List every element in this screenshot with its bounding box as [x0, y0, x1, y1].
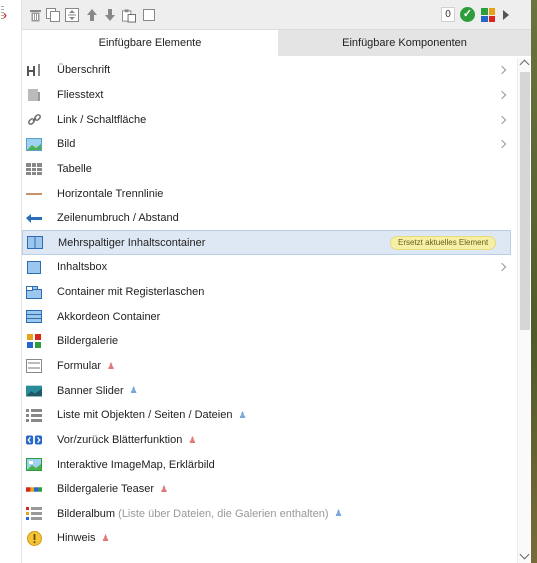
- list-item-tabs-container[interactable]: Container mit Registerlaschen: [22, 280, 511, 305]
- item-label: Tabelle: [57, 162, 92, 175]
- tab-bar: Einfügbare Elemente Einfügbare Komponent…: [22, 30, 531, 56]
- chevron-right-icon: [497, 66, 507, 75]
- table-icon: [26, 161, 42, 177]
- form-icon: [26, 358, 42, 374]
- item-label: Formular ♟: [57, 360, 116, 372]
- list-item-gallery-teaser[interactable]: Bildergalerie Teaser ♟: [22, 477, 511, 502]
- item-label: Bilderalbum (Liste über Dateien, die Gal…: [57, 507, 343, 520]
- list-item-heading[interactable]: Überschrift: [22, 58, 511, 83]
- list-item-banner-slider[interactable]: Banner Slider ♟: [22, 378, 511, 403]
- item-label: Mehrspaltiger Inhaltscontainer: [58, 236, 206, 249]
- item-label: Vor/zurück Blätterfunktion ♟: [57, 433, 197, 446]
- link-icon: [26, 112, 42, 128]
- toolbar: 0 ✓: [22, 0, 531, 30]
- insert-element-panel: 0 ✓ Einfügbare Elemente Einfügbare Kompo…: [22, 0, 531, 563]
- imagemap-icon: [26, 457, 42, 473]
- heading-icon: [26, 62, 42, 78]
- replace-element-badge: Ersetzt aktuelles Element: [390, 236, 497, 251]
- list-item-notice[interactable]: Hinweis ♟: [22, 526, 511, 551]
- color-grid-icon[interactable]: [481, 8, 495, 22]
- counter-badge: 0: [441, 7, 455, 22]
- tab-insertable-elements[interactable]: Einfügbare Elemente: [22, 30, 278, 56]
- scroll-thumb[interactable]: [520, 72, 530, 330]
- line-break-icon: [26, 210, 42, 226]
- arrow-down-icon[interactable]: [103, 8, 117, 22]
- chevron-right-icon: [497, 115, 507, 124]
- item-label: Akkordeon Container: [57, 310, 161, 323]
- columns-icon: [27, 235, 43, 251]
- gallery-icon: [26, 333, 42, 349]
- paste-icon[interactable]: [122, 8, 136, 22]
- item-label: Bild: [57, 138, 76, 151]
- list-item-album[interactable]: Bilderalbum (Liste über Dateien, die Gal…: [22, 502, 511, 527]
- item-label: Hinweis ♟: [57, 532, 110, 545]
- pager-icon: [26, 432, 42, 448]
- item-label: Interaktive ImageMap, Erklärbild: [57, 458, 215, 471]
- collapse-arrow-icon[interactable]: [503, 10, 509, 20]
- item-label: Bildergalerie Teaser ♟: [57, 483, 169, 496]
- element-list: Überschrift Fliesstext Link / Schaltfläc…: [22, 58, 511, 551]
- banner-slider-icon: [26, 383, 42, 399]
- chevron-right-icon: [497, 263, 507, 272]
- list-item-link-button[interactable]: Link / Schaltfläche: [22, 107, 511, 132]
- copy-icon[interactable]: [46, 8, 60, 22]
- list-item-imagemap[interactable]: Interaktive ImageMap, Erklärbild: [22, 452, 511, 477]
- list-item-accordion[interactable]: Akkordeon Container: [22, 304, 511, 329]
- item-label: Überschrift: [57, 64, 111, 77]
- object-list-icon: [26, 407, 42, 423]
- check-icon[interactable]: ✓: [460, 7, 475, 22]
- user-restricted-icon: ♟: [101, 533, 110, 544]
- trash-icon[interactable]: [28, 8, 42, 22]
- list-item-multi-column[interactable]: Mehrspaltiger Inhaltscontainer Ersetzt a…: [22, 230, 511, 256]
- user-info-icon: ♟: [334, 508, 343, 519]
- image-icon: [26, 136, 42, 152]
- accordion-icon: [26, 309, 42, 325]
- item-label: Link / Schaltfläche: [57, 113, 147, 126]
- tabs-container-icon: [26, 284, 42, 300]
- user-info-icon: ♟: [129, 385, 138, 396]
- chevron-right-icon: [497, 139, 507, 149]
- list-item-table[interactable]: Tabelle: [22, 157, 511, 182]
- notice-icon: [26, 530, 42, 546]
- gallery-teaser-icon: [26, 481, 42, 497]
- list-item-pager[interactable]: Vor/zurück Blätterfunktion ♟: [22, 428, 511, 453]
- arrow-up-icon[interactable]: [85, 8, 99, 22]
- list-item-form[interactable]: Formular ♟: [22, 354, 511, 379]
- tab-insertable-components[interactable]: Einfügbare Komponenten: [278, 30, 531, 56]
- user-restricted-icon: ♟: [188, 434, 197, 445]
- vertical-scrollbar[interactable]: [517, 58, 531, 563]
- scroll-up-icon[interactable]: [519, 59, 530, 70]
- list-item-object-list[interactable]: Liste mit Objekten / Seiten / Dateien ♟: [22, 403, 511, 428]
- list-item-paragraph[interactable]: Fliesstext: [22, 83, 511, 108]
- scroll-down-icon[interactable]: [519, 549, 530, 560]
- album-icon: [26, 506, 42, 522]
- item-label: Zeilenumbruch / Abstand: [57, 212, 179, 225]
- list-item-gallery[interactable]: Bildergalerie: [22, 329, 511, 354]
- user-info-icon: ♟: [238, 409, 247, 420]
- item-label: Container mit Registerlaschen: [57, 286, 205, 299]
- move-icon[interactable]: [65, 8, 79, 22]
- left-edge-strip: ›: [0, 0, 22, 563]
- divider-icon: [26, 186, 42, 202]
- box-icon: [26, 259, 42, 275]
- chevron-right-icon: [497, 90, 507, 100]
- item-label: Banner Slider ♟: [57, 384, 138, 397]
- list-item-image[interactable]: Bild: [22, 132, 511, 157]
- text-icon: [26, 87, 42, 103]
- list-item-content-box[interactable]: Inhaltsbox: [22, 255, 511, 280]
- user-restricted-icon: ♟: [107, 360, 116, 371]
- list-item-divider[interactable]: Horizontale Trennlinie: [22, 181, 511, 206]
- user-restricted-icon: ♟: [160, 483, 169, 494]
- item-label: Horizontale Trennlinie: [57, 187, 164, 200]
- item-label: Liste mit Objekten / Seiten / Dateien ♟: [57, 409, 247, 422]
- item-label: Bildergalerie: [57, 335, 119, 348]
- item-label: Fliesstext: [57, 88, 104, 101]
- checkbox-icon[interactable]: [142, 8, 156, 22]
- expand-arrow-icon[interactable]: ›: [3, 9, 7, 21]
- list-item-line-break[interactable]: Zeilenumbruch / Abstand: [22, 206, 511, 231]
- item-label: Inhaltsbox: [57, 261, 108, 274]
